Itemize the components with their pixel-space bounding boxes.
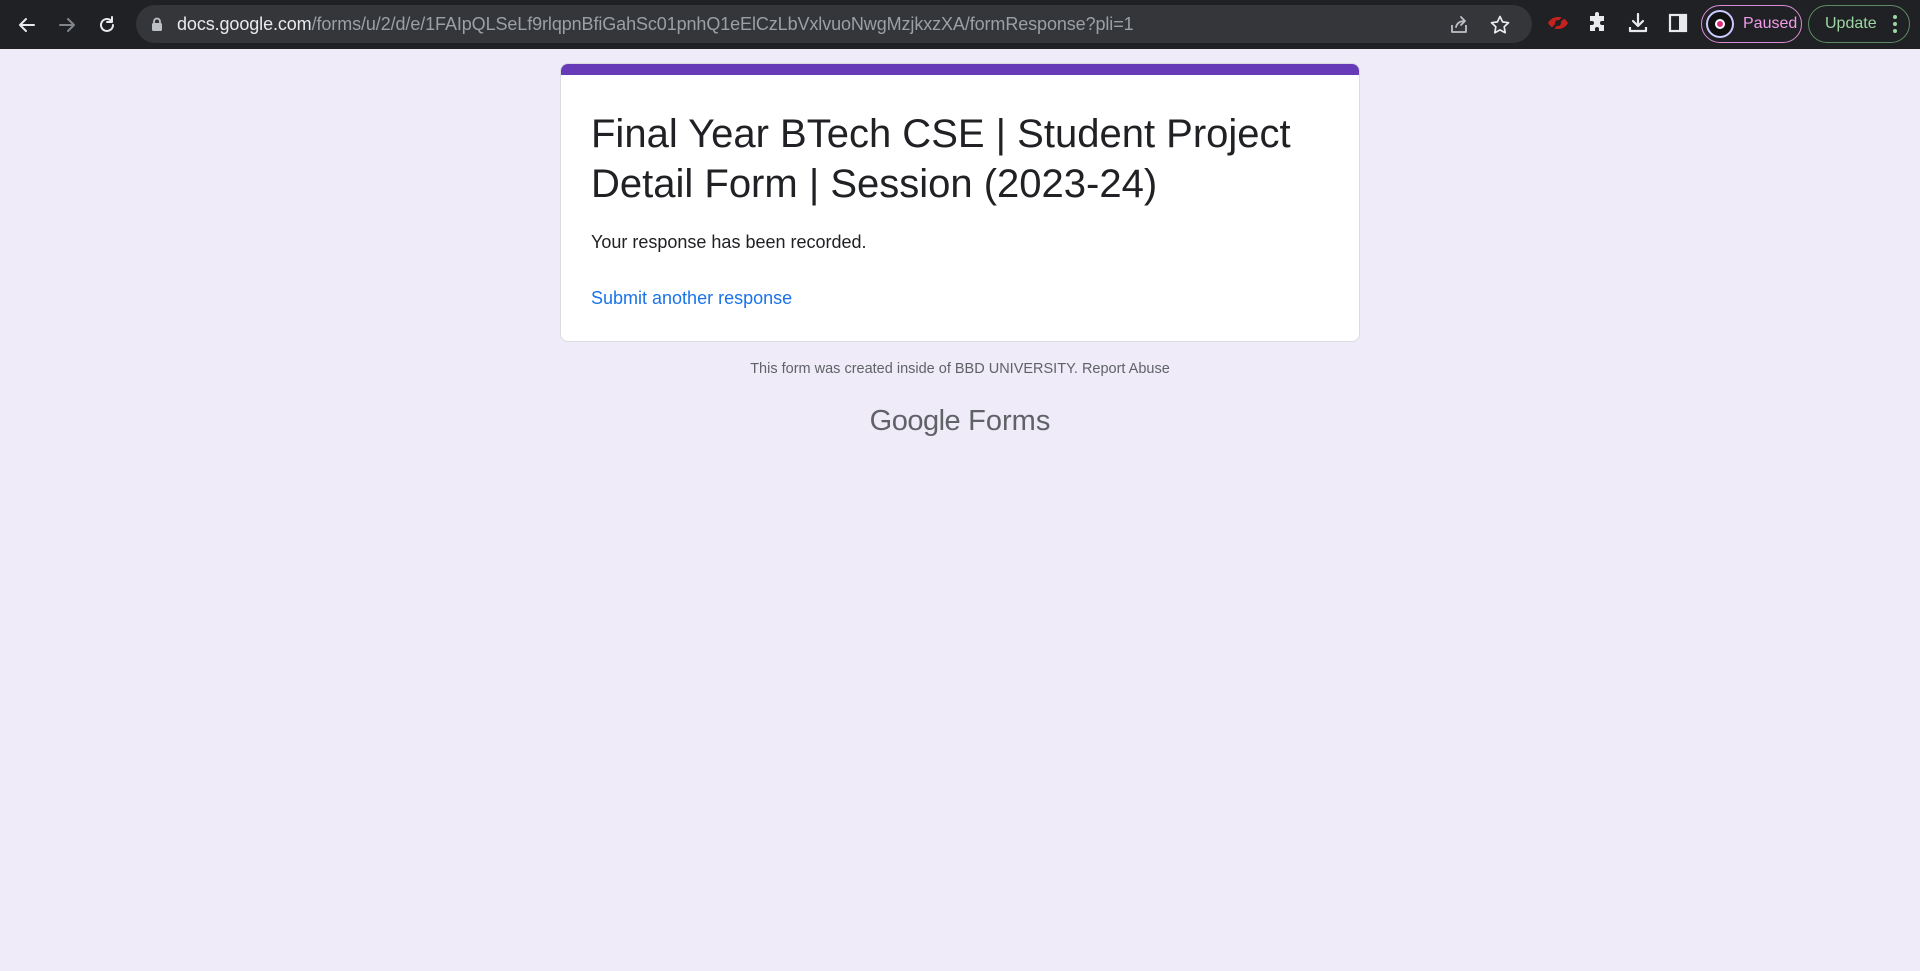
report-abuse-link[interactable]: Report Abuse bbox=[1082, 361, 1170, 377]
back-button[interactable] bbox=[12, 10, 42, 40]
side-panel-button[interactable] bbox=[1666, 11, 1690, 35]
profile-paused-button[interactable]: Paused bbox=[1701, 5, 1802, 43]
url-path: /forms/u/2/d/e/1FAIpQLSeLf9rlqpnBfiGahSc… bbox=[311, 14, 1134, 34]
url-host: docs.google.com bbox=[177, 14, 312, 34]
extensions-button[interactable] bbox=[1586, 11, 1610, 35]
browser-toolbar: docs.google.com/forms/u/2/d/e/1FAIpQLSeL… bbox=[0, 0, 1920, 49]
share-button[interactable] bbox=[1448, 14, 1470, 36]
forward-arrow-icon bbox=[59, 18, 75, 32]
reload-icon bbox=[100, 16, 114, 32]
puzzle-icon bbox=[1590, 12, 1604, 31]
created-inside-text: This form was created inside of BBD UNIV… bbox=[750, 361, 1078, 377]
form-title: Final Year BTech CSE | Student Project D… bbox=[591, 112, 1291, 206]
kebab-icon bbox=[1893, 15, 1897, 33]
reload-button[interactable] bbox=[92, 10, 122, 40]
update-button[interactable]: Update bbox=[1808, 5, 1910, 43]
lock-icon[interactable] bbox=[150, 17, 164, 31]
address-bar[interactable]: docs.google.com/forms/u/2/d/e/1FAIpQLSeL… bbox=[136, 5, 1532, 43]
brand-forms: Forms bbox=[968, 405, 1051, 437]
star-icon bbox=[1490, 15, 1510, 34]
avatar bbox=[1706, 10, 1734, 38]
eye-off-icon bbox=[1548, 14, 1568, 32]
bookmark-button[interactable] bbox=[1489, 14, 1511, 36]
confirmation-message: Your response has been recorded. bbox=[591, 232, 867, 252]
profile-status-label: Paused bbox=[1743, 15, 1798, 32]
url-text[interactable]: docs.google.com/forms/u/2/d/e/1FAIpQLSeL… bbox=[177, 5, 1134, 43]
downloads-button[interactable] bbox=[1626, 11, 1650, 35]
back-arrow-icon bbox=[19, 18, 35, 32]
side-panel-icon bbox=[1668, 13, 1688, 33]
form-confirmation-card: Final Year BTech CSE | Student Project D… bbox=[560, 63, 1360, 342]
update-label: Update bbox=[1825, 15, 1877, 32]
share-icon bbox=[1451, 16, 1467, 33]
forward-button[interactable] bbox=[52, 10, 82, 40]
card-accent-bar bbox=[561, 64, 1359, 75]
brand-google: Google bbox=[869, 405, 961, 437]
google-forms-logo[interactable]: Google Forms bbox=[560, 405, 1360, 438]
submit-another-response-link[interactable]: Submit another response bbox=[591, 288, 792, 309]
download-icon bbox=[1628, 12, 1648, 33]
extension-eye-button[interactable] bbox=[1546, 11, 1570, 35]
form-footer-note: This form was created inside of BBD UNIV… bbox=[560, 361, 1360, 377]
